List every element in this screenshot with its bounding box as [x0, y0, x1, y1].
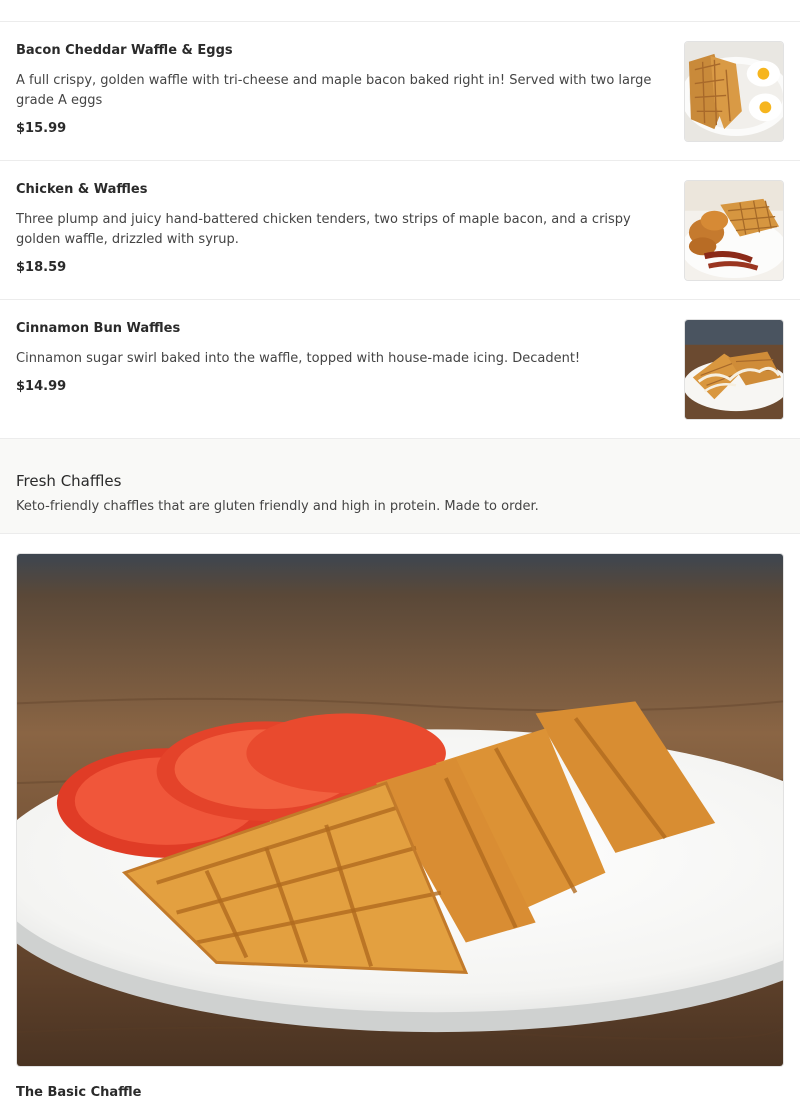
menu-item-text: Cinnamon Bun Waffles Cinnamon sugar swir… — [16, 320, 656, 394]
menu-item-name: Cinnamon Bun Waffles — [16, 321, 181, 336]
menu-item-name: Chicken & Waffles — [16, 182, 148, 197]
menu-item-price: $15.99 — [16, 121, 67, 136]
section-description: Keto-friendly chaffles that are gluten f… — [16, 499, 539, 514]
section-header-fresh-chaffles: Fresh Chaffles Keto-friendly chaffles th… — [0, 439, 800, 534]
menu-item-price: $18.59 — [16, 260, 67, 275]
menu-item-text: Bacon Cheddar Waffle & Eggs A full crisp… — [16, 42, 656, 136]
menu-item-text: Chicken & Waffles Three plump and juicy … — [16, 181, 656, 275]
menu-item-description: A full crispy, golden waffle with tri-ch… — [16, 73, 652, 108]
chaffle-with-tomato-photo[interactable] — [16, 553, 784, 1067]
waffle-and-eggs-photo[interactable] — [684, 41, 784, 142]
menu-item-chicken-and-waffles[interactable]: Chicken & Waffles Three plump and juicy … — [0, 161, 800, 300]
menu-item-price: $14.99 — [16, 379, 67, 394]
menu-item-name: Bacon Cheddar Waffle & Eggs — [16, 43, 233, 58]
menu-item-bacon-cheddar-waffle[interactable]: Bacon Cheddar Waffle & Eggs A full crisp… — [0, 22, 800, 161]
menu-page: Bacon Cheddar Waffle & Eggs A full crisp… — [0, 0, 800, 1100]
menu-item-cinnamon-bun-waffles[interactable]: Cinnamon Bun Waffles Cinnamon sugar swir… — [0, 300, 800, 439]
chicken-and-waffles-photo[interactable] — [684, 180, 784, 281]
menu-item-description: Three plump and juicy hand-battered chic… — [16, 212, 631, 247]
top-divider — [0, 0, 800, 22]
section-title: Fresh Chaffles — [16, 472, 122, 490]
featured-item-name[interactable]: The Basic Chaffle — [16, 1084, 141, 1100]
menu-item-description: Cinnamon sugar swirl baked into the waff… — [16, 351, 581, 366]
cinnamon-bun-waffles-photo[interactable] — [684, 319, 784, 420]
